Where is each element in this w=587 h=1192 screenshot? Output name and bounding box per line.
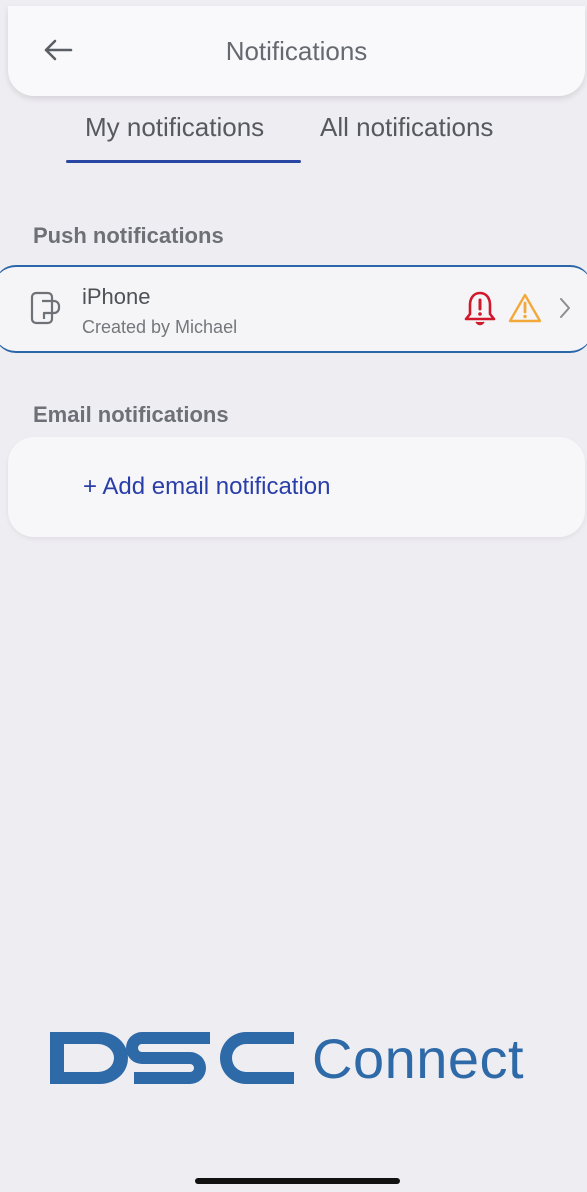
logo-text: Connect [312,1027,525,1090]
chevron-right-icon [559,297,571,324]
device-name: iPhone [82,284,151,309]
email-notifications-card: + Add email notification [8,437,585,537]
tab-all-notifications[interactable]: All notifications [320,112,493,143]
active-tab-indicator [66,160,301,163]
notification-tabs: My notifications All notifications [0,112,587,168]
push-notifications-heading: Push notifications [33,223,224,248]
top-app-bar: Notifications [8,6,585,96]
device-creator: Created by Michael [82,317,238,337]
email-notifications-heading: Email notifications [33,402,229,427]
phone-device-icon [30,291,62,332]
home-indicator[interactable] [195,1178,400,1184]
add-email-notification-button[interactable]: + Add email notification [83,473,331,501]
dsc-logo-mark [50,1032,294,1084]
warning-triangle-icon [508,292,542,329]
page-title: Notifications [225,36,368,66]
tab-my-notifications[interactable]: My notifications [85,112,264,143]
push-device-item[interactable]: iPhone Created by Michael [0,265,587,353]
alarm-bell-icon [464,290,496,333]
